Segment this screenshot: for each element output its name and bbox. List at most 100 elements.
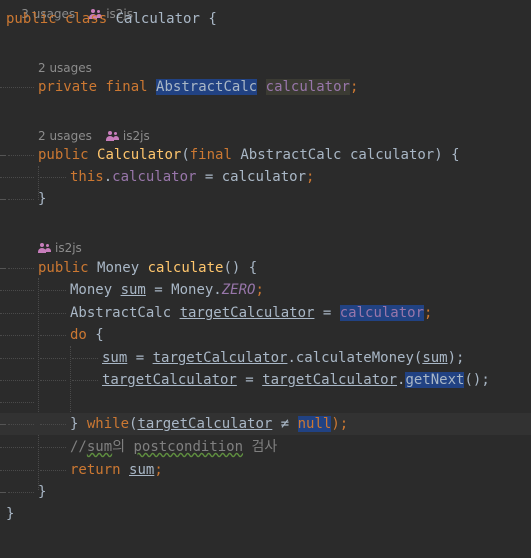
- keyword-return: return: [70, 462, 121, 478]
- inlay-hint-line: is2js: [0, 236, 531, 258]
- code-line: }: [0, 481, 531, 503]
- usages-hint[interactable]: 2 usages: [38, 61, 92, 75]
- var-target[interactable]: targetCalculator: [102, 372, 237, 388]
- keyword-private: private: [38, 79, 98, 95]
- field-name[interactable]: calculator: [265, 79, 350, 95]
- keyword-final: final: [189, 147, 232, 163]
- comment-slashes: //: [70, 439, 87, 455]
- usages-hint[interactable]: 2 usages: [38, 129, 92, 143]
- code-line: targetCalculator = targetCalculator.getN…: [0, 369, 531, 391]
- call-end: ();: [464, 372, 490, 388]
- fold-marker[interactable]: [0, 268, 6, 269]
- assign-op: =: [127, 350, 153, 366]
- code-line: public class Calculator {: [0, 8, 531, 30]
- dot: .: [103, 169, 113, 185]
- whitespace-dots: [0, 470, 34, 471]
- line-comment[interactable]: //sum의 postcondition 검사: [70, 437, 277, 457]
- code-line: }: [0, 188, 531, 210]
- method-name[interactable]: calculate: [148, 260, 224, 276]
- call-end: );: [331, 416, 349, 432]
- fold-marker[interactable]: [0, 199, 6, 200]
- field-ref[interactable]: calculator: [112, 169, 196, 185]
- var-type[interactable]: Money: [70, 282, 121, 298]
- constructor-name[interactable]: Calculator: [97, 147, 181, 163]
- whitespace-dots: [0, 290, 34, 291]
- constant-zero[interactable]: ZERO: [222, 282, 256, 298]
- code-line: Money sum = Money.ZERO;: [0, 279, 531, 301]
- brace: }: [38, 191, 47, 207]
- return-type[interactable]: Money: [97, 260, 139, 276]
- var-target[interactable]: targetCalculator: [262, 372, 397, 388]
- field-type[interactable]: AbstractCalc: [156, 79, 258, 95]
- inlay-hint-line: 2 usages is2js: [0, 124, 531, 146]
- whitespace-dots: [8, 492, 34, 493]
- param-name[interactable]: calculator: [350, 147, 434, 163]
- comment-word-postcondition: postcondition: [133, 439, 244, 455]
- code-line: do {: [0, 324, 531, 346]
- brace: }: [38, 484, 47, 500]
- method-call[interactable]: .calculateMoney(: [287, 350, 422, 366]
- keyword-public: public: [38, 147, 89, 163]
- author-hint[interactable]: is2js: [123, 129, 150, 143]
- fold-marker[interactable]: [0, 155, 6, 156]
- var-target[interactable]: targetCalculator: [137, 416, 272, 432]
- whitespace-dots: [0, 313, 34, 314]
- whitespace-dots: [8, 424, 34, 425]
- var-target[interactable]: targetCalculator: [153, 350, 288, 366]
- paren-brace: ) {: [434, 147, 460, 163]
- keyword-class: class: [65, 11, 108, 27]
- keyword-this: this: [70, 169, 104, 185]
- method-call-getnext[interactable]: getNext: [405, 372, 465, 388]
- keyword-null[interactable]: null: [297, 416, 332, 432]
- code-line: private final AbstractCalc calculator;: [0, 76, 531, 98]
- keyword-public: public: [38, 260, 89, 276]
- whitespace-dots: [40, 380, 66, 381]
- fold-marker[interactable]: [0, 492, 6, 493]
- brace: {: [208, 11, 217, 27]
- assign-expr[interactable]: = calculator: [196, 169, 306, 185]
- brace: }: [6, 506, 15, 522]
- whitespace-dots: [0, 447, 34, 448]
- method-sig: () {: [223, 260, 258, 276]
- author-hint[interactable]: is2js: [55, 241, 82, 255]
- code-line: 3 usages is2js: [0, 0, 531, 21]
- whitespace-dots: [40, 290, 66, 291]
- whitespace-dots: [40, 335, 66, 336]
- current-line[interactable]: } while(targetCalculator ≠ null);: [0, 413, 531, 435]
- var-target[interactable]: targetCalculator: [180, 305, 315, 321]
- keyword-while: while: [86, 416, 130, 432]
- comment-word-sum: sum: [86, 439, 113, 455]
- whitespace-dots: [72, 380, 98, 381]
- semicolon: ;: [255, 282, 264, 298]
- whitespace-dots: [40, 470, 66, 471]
- class-name[interactable]: Calculator: [116, 11, 200, 27]
- var-sum[interactable]: sum: [129, 462, 154, 478]
- code-line: sum = targetCalculator.calculateMoney(su…: [0, 347, 531, 369]
- whitespace-dots: [0, 358, 34, 359]
- comment-text: 검사: [243, 439, 278, 455]
- whitespace-dots: [0, 335, 34, 336]
- inlay-hint-line: 2 usages: [0, 56, 531, 78]
- var-sum[interactable]: sum: [121, 282, 146, 298]
- whitespace-dots: [40, 313, 66, 314]
- whitespace-dots: [0, 87, 34, 88]
- var-type[interactable]: AbstractCalc: [70, 305, 180, 321]
- brace: {: [86, 327, 104, 343]
- semicolon: ;: [154, 462, 163, 478]
- var-sum[interactable]: sum: [102, 350, 127, 366]
- code-line: //sum의 postcondition 검사: [0, 436, 531, 458]
- whitespace-dots: [8, 199, 34, 200]
- var-sum[interactable]: sum: [422, 350, 447, 366]
- whitespace-dots: [8, 268, 34, 269]
- whitespace-dots: [72, 358, 98, 359]
- whitespace-dots: [0, 402, 34, 403]
- whitespace-dots: [40, 447, 66, 448]
- whitespace-dots: [0, 380, 34, 381]
- keyword-do: do: [70, 327, 87, 343]
- field-ref[interactable]: calculator: [339, 305, 425, 321]
- whitespace-dots: [8, 155, 34, 156]
- not-equal-op: ≠: [272, 416, 298, 432]
- code-line: return sum;: [0, 459, 531, 481]
- fold-marker[interactable]: [0, 424, 6, 425]
- param-type[interactable]: AbstractCalc: [240, 147, 341, 163]
